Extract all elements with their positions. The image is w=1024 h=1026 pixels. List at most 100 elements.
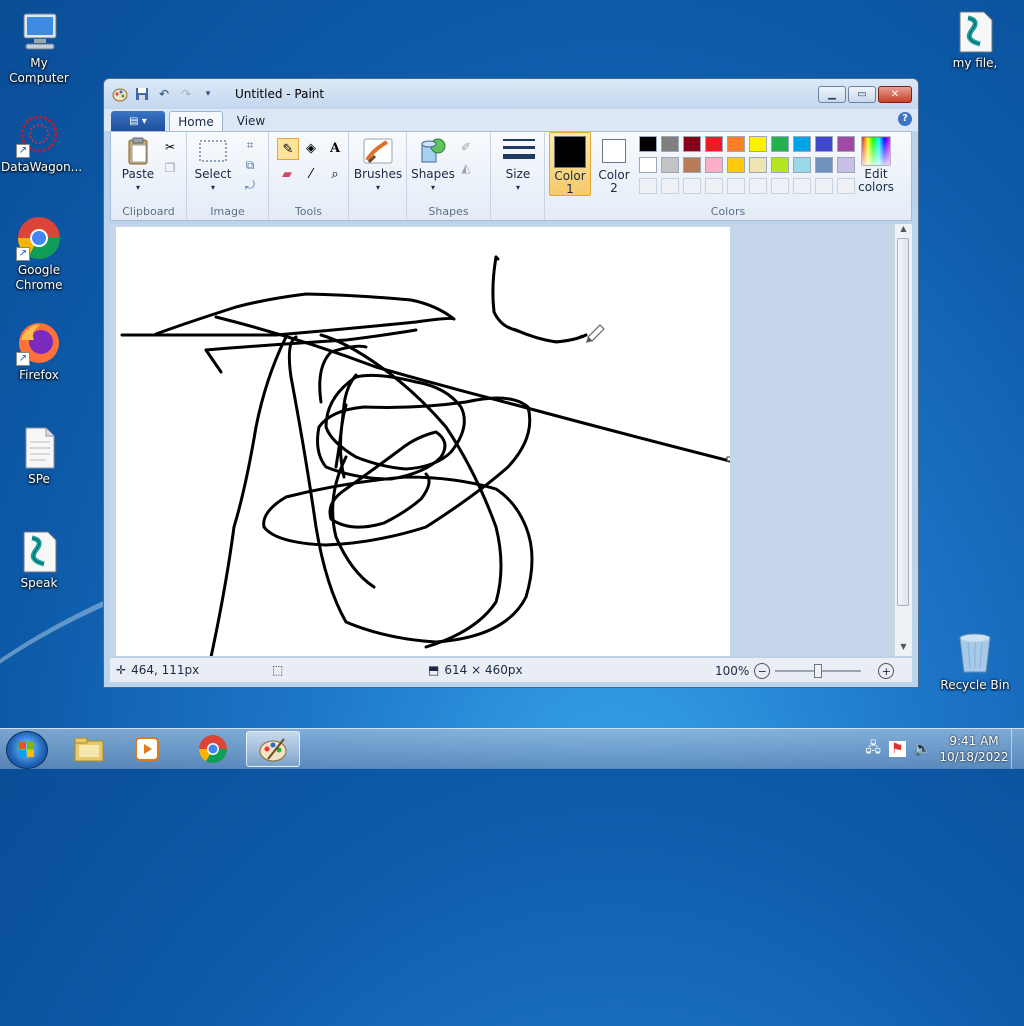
- clock[interactable]: 9:41 AM 10/18/2022: [937, 733, 1011, 765]
- eraser-tool-icon[interactable]: ▰: [277, 164, 297, 184]
- scroll-down-icon[interactable]: ▼: [895, 642, 912, 654]
- drawing-canvas[interactable]: [116, 227, 730, 656]
- edit-colors-button[interactable]: Edit colors: [851, 136, 901, 194]
- action-center-icon[interactable]: ⚑: [889, 741, 906, 757]
- brushes-button[interactable]: Brushes ▾: [353, 136, 403, 194]
- shapes-group-label: Shapes: [428, 205, 469, 218]
- select-icon: [198, 136, 228, 166]
- desktop-icon-label: DataWagon...: [1, 160, 83, 174]
- tab-view[interactable]: View: [229, 111, 273, 131]
- fill-tool-icon[interactable]: ◈: [301, 138, 321, 158]
- maximize-button[interactable]: ▭: [848, 86, 876, 103]
- color-swatch[interactable]: [749, 178, 767, 194]
- color2-button[interactable]: Color 2: [593, 132, 635, 195]
- outline-icon[interactable]: ✐: [457, 138, 475, 156]
- color-swatch[interactable]: [639, 178, 657, 194]
- start-button[interactable]: [6, 731, 48, 769]
- color-swatch[interactable]: [815, 136, 833, 152]
- color-swatch[interactable]: [727, 136, 745, 152]
- color-swatch[interactable]: [639, 136, 657, 152]
- desktop-icon-firefox[interactable]: ↗ Firefox: [1, 320, 77, 383]
- color-swatch[interactable]: [683, 136, 701, 152]
- save-icon[interactable]: [134, 86, 150, 102]
- color-swatch[interactable]: [837, 178, 855, 194]
- select-label: Select: [194, 167, 232, 181]
- desktop-icon-recycle-bin[interactable]: Recycle Bin: [937, 630, 1013, 693]
- desktop-icon-my-computer[interactable]: My Computer: [1, 8, 77, 86]
- color-swatch[interactable]: [683, 178, 701, 194]
- color-swatch[interactable]: [661, 157, 679, 173]
- network-icon[interactable]: 🖧: [865, 737, 881, 761]
- desktop-icon-google-chrome[interactable]: ↗ Google Chrome: [1, 215, 77, 293]
- color-swatch[interactable]: [793, 178, 811, 194]
- color-swatch[interactable]: [705, 157, 723, 173]
- color-swatch[interactable]: [661, 136, 679, 152]
- color-swatch[interactable]: [749, 136, 767, 152]
- scroll-thumb[interactable]: [897, 238, 909, 606]
- volume-icon[interactable]: 🔈: [914, 741, 931, 757]
- color-swatch[interactable]: [837, 136, 855, 152]
- color-swatch[interactable]: [661, 178, 679, 194]
- vertical-scrollbar[interactable]: ▲ ▼: [894, 224, 912, 656]
- color-swatch[interactable]: [705, 136, 723, 152]
- shapes-button[interactable]: Shapes ▾: [411, 136, 455, 194]
- color1-swatch: [554, 136, 586, 168]
- color-swatch[interactable]: [815, 178, 833, 194]
- select-button[interactable]: Select ▾: [191, 136, 235, 194]
- color-swatch[interactable]: [793, 157, 811, 173]
- taskbar-paint[interactable]: [246, 731, 300, 767]
- color-swatch[interactable]: [771, 136, 789, 152]
- pencil-tool-icon[interactable]: ✎: [277, 138, 299, 160]
- color-swatch[interactable]: [771, 178, 789, 194]
- magnifier-icon[interactable]: ⌕: [325, 164, 345, 184]
- show-desktop-button[interactable]: [1011, 729, 1024, 769]
- fill-icon[interactable]: ◭: [457, 159, 475, 177]
- brushes-group: Brushes ▾: [349, 132, 407, 220]
- resize-icon[interactable]: ⧉: [241, 156, 259, 174]
- color-swatch[interactable]: [749, 157, 767, 173]
- size-button[interactable]: Size ▾: [495, 136, 541, 194]
- taskbar-media-player[interactable]: [120, 731, 174, 767]
- color-swatch[interactable]: [815, 157, 833, 173]
- edit-colors-icon: [861, 136, 891, 166]
- color-swatch[interactable]: [727, 157, 745, 173]
- zoom-slider[interactable]: [775, 664, 862, 678]
- desktop-icon-my-file[interactable]: my file,: [937, 8, 1013, 71]
- color-swatch[interactable]: [837, 157, 855, 173]
- color-picker-icon[interactable]: ⁄: [301, 164, 321, 184]
- scroll-up-icon[interactable]: ▲: [895, 224, 912, 236]
- color1-button[interactable]: Color 1: [549, 132, 591, 196]
- desktop-icon-speak[interactable]: Speak: [1, 528, 77, 591]
- help-icon[interactable]: ?: [898, 112, 912, 126]
- close-button[interactable]: ✕: [878, 86, 912, 103]
- undo-icon[interactable]: ↶: [156, 86, 172, 102]
- paste-button[interactable]: Paste ▾: [117, 136, 159, 194]
- taskbar-chrome[interactable]: [186, 731, 240, 767]
- crop-icon[interactable]: ⌗: [241, 136, 259, 154]
- redo-icon[interactable]: ↷: [178, 86, 194, 102]
- taskbar-explorer[interactable]: [62, 731, 116, 767]
- zoom-slider-thumb[interactable]: [814, 664, 823, 678]
- zoom-in-icon[interactable]: +: [878, 663, 895, 679]
- paint-icon: [259, 738, 287, 762]
- paint-app-icon[interactable]: [112, 86, 128, 102]
- desktop-icon-spe[interactable]: SPe: [1, 424, 77, 487]
- color-swatch[interactable]: [793, 136, 811, 152]
- rotate-icon[interactable]: ⤾: [241, 176, 259, 194]
- minimize-button[interactable]: ▁: [818, 86, 846, 103]
- tab-home[interactable]: Home: [169, 111, 223, 131]
- cut-icon[interactable]: ✂: [161, 138, 179, 156]
- color-swatch[interactable]: [683, 157, 701, 173]
- copy-icon[interactable]: ❐: [161, 159, 179, 177]
- color-swatch[interactable]: [771, 157, 789, 173]
- desktop-icon-label: SPe: [28, 472, 50, 486]
- text-tool-icon[interactable]: A: [325, 138, 345, 158]
- color-swatch[interactable]: [639, 157, 657, 173]
- zoom-out-icon[interactable]: −: [754, 663, 771, 679]
- color-swatch[interactable]: [705, 178, 723, 194]
- desktop-icon-datawagon[interactable]: ↗ DataWagon...: [1, 112, 83, 175]
- file-menu-button[interactable]: ▤ ▾: [111, 111, 165, 131]
- color-swatch[interactable]: [727, 178, 745, 194]
- title-bar[interactable]: ↶ ↷ ▾ Untitled - Paint ▁ ▭ ✕: [104, 79, 918, 109]
- customize-toolbar-icon[interactable]: ▾: [200, 86, 216, 102]
